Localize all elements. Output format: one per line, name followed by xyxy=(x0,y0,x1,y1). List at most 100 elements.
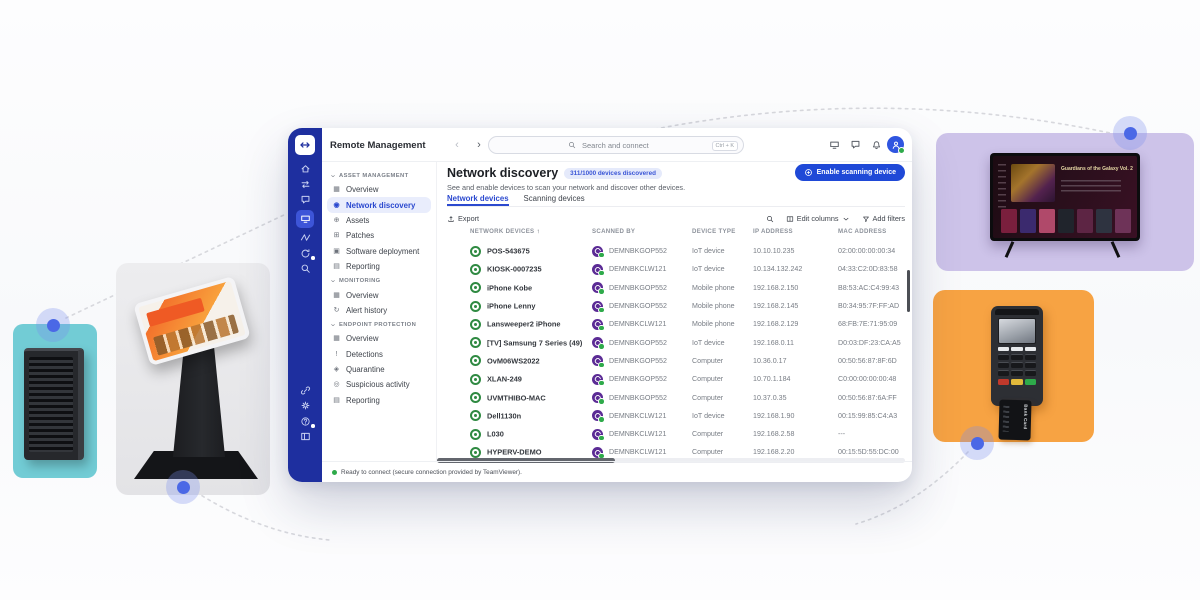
rail-connections-icon[interactable] xyxy=(297,179,314,190)
device-icon xyxy=(470,410,481,421)
sidebar-item-reporting[interactable]: ▤Reporting xyxy=(327,259,431,274)
table-header: NETWORK DEVICES↑ SCANNED BY DEVICE TYPE … xyxy=(437,228,905,240)
table-row[interactable]: OvM06WS2022 DEMNBKGOP552 Computer 10.36.… xyxy=(437,352,905,370)
suspicious-icon: ◎ xyxy=(332,381,341,388)
discovered-badge: 311/1000 devices discovered xyxy=(564,168,662,179)
tv-poster xyxy=(1011,164,1055,202)
nav-back-icon[interactable]: ‹ xyxy=(450,137,464,153)
sidebar-item-assets[interactable]: ⊕Assets xyxy=(327,213,431,228)
rail-top-group xyxy=(288,163,322,274)
rail-monitoring-icon[interactable] xyxy=(297,232,314,243)
table-row[interactable]: iPhone Kobe DEMNBKGOP552 Mobile phone 19… xyxy=(437,279,905,297)
sidebar-item-label: Quarantine xyxy=(346,365,385,374)
rail-chat-icon[interactable] xyxy=(297,194,314,205)
kiosk-panel xyxy=(116,263,270,495)
sidebar-item-overview[interactable]: ▦Overview xyxy=(327,182,431,197)
column-header-scanned-by[interactable]: SCANNED BY xyxy=(592,228,635,235)
scanner-icon xyxy=(592,429,603,440)
table-row[interactable]: Lansweeper2 iPhone DEMNBKCLW121 Mobile p… xyxy=(437,315,905,333)
app-window: Remote Management ‹ › Ctrl + K ASSET MAN… xyxy=(288,128,912,482)
enable-scanning-device-button[interactable]: Enable scanning device xyxy=(795,164,905,181)
terminal-keypad xyxy=(998,354,1036,376)
plus-icon xyxy=(804,168,813,177)
kiosk-screen xyxy=(133,276,251,366)
scanner-icon xyxy=(592,410,603,421)
sidebar-item-label: Overview xyxy=(346,291,379,300)
app-title: Remote Management xyxy=(330,128,426,162)
rail-home-icon[interactable] xyxy=(297,163,314,174)
sidebar-item-network-discovery[interactable]: ◉Network discovery xyxy=(327,197,431,212)
sidebar-item-suspicious-activity[interactable]: ◎Suspicious activity xyxy=(327,377,431,392)
scanner-icon xyxy=(592,447,603,458)
scanner-icon xyxy=(592,337,603,348)
table-row[interactable]: POS-543675 DEMNBKGOP552 IoT device 10.10… xyxy=(437,242,905,260)
rail-backup-icon[interactable] xyxy=(297,248,314,259)
notifications-icon[interactable] xyxy=(871,139,882,150)
tab-network-devices[interactable]: Network devices xyxy=(447,194,509,206)
page-title: Network discovery xyxy=(447,166,558,180)
search-icon xyxy=(766,215,774,223)
rail-link-icon[interactable] xyxy=(297,385,314,396)
add-filters-button[interactable]: Add filters xyxy=(862,214,905,223)
export-button[interactable]: Export xyxy=(447,214,479,223)
sidebar-item-label: Network discovery xyxy=(346,201,415,210)
sidebar-section-header[interactable]: ENDPOINT PROTECTION xyxy=(322,318,436,331)
sidebar-item-quarantine[interactable]: ◈Quarantine xyxy=(327,362,431,377)
table-row[interactable]: L030 DEMNBKCLW121 Computer 192.168.2.58 … xyxy=(437,425,905,443)
page: Guardians of the Galaxy Vol. 2 Bank Card xyxy=(0,0,1200,600)
deploy-icon: ▣ xyxy=(332,248,341,255)
chevron-down-icon xyxy=(842,215,850,223)
search-bar[interactable]: Ctrl + K xyxy=(488,136,744,154)
scanner-icon xyxy=(592,374,603,385)
chat-icon[interactable] xyxy=(850,139,861,150)
device-icon xyxy=(470,374,481,385)
sidebar-item-patches[interactable]: ⊞Patches xyxy=(327,228,431,243)
table-body: POS-543675 DEMNBKGOP552 IoT device 10.10… xyxy=(437,242,905,462)
column-header-mac-address[interactable]: MAC ADDRESS xyxy=(838,228,886,235)
sidebar-item-overview[interactable]: ▦Overview xyxy=(327,331,431,346)
sidebar-item-reporting[interactable]: ▤Reporting xyxy=(327,393,431,408)
search-shortcut: Ctrl + K xyxy=(712,141,739,151)
sidebar-item-software-deployment[interactable]: ▣Software deployment xyxy=(327,244,431,259)
rail-help-icon[interactable] xyxy=(297,416,314,427)
table-row[interactable]: iPhone Lenny DEMNBKGOP552 Mobile phone 1… xyxy=(437,297,905,315)
rail-panels-icon[interactable] xyxy=(297,431,314,442)
column-header-device-type[interactable]: DEVICE TYPE xyxy=(692,228,736,235)
rail-bottom-group xyxy=(288,385,322,443)
report-icon: ▤ xyxy=(332,397,341,404)
search-input[interactable] xyxy=(580,140,664,151)
sidebar-section-header[interactable]: MONITORING xyxy=(322,274,436,287)
rail-remote-management-icon[interactable] xyxy=(296,210,314,228)
edit-columns-button[interactable]: Edit columns xyxy=(786,214,850,223)
page-subtitle: See and enable devices to scan your netw… xyxy=(447,183,685,192)
tab-scanning-devices[interactable]: Scanning devices xyxy=(524,194,585,206)
sidebar-item-detections[interactable]: !Detections xyxy=(327,347,431,362)
column-header-ip-address[interactable]: IP ADDRESS xyxy=(753,228,793,235)
scanner-icon xyxy=(592,246,603,257)
device-connect-icon[interactable] xyxy=(829,139,840,150)
sidebar-item-alert-history[interactable]: ↻Alert history xyxy=(327,303,431,318)
person-icon xyxy=(891,140,901,150)
sidebar-item-label: Alert history xyxy=(346,306,387,315)
rail-settings-icon[interactable] xyxy=(297,400,314,411)
grid-icon: ▦ xyxy=(332,292,341,299)
nav-forward-icon[interactable]: › xyxy=(472,137,486,153)
table-row[interactable]: [TV] Samsung 7 Series (49) DEMNBKGOP552 … xyxy=(437,333,905,351)
scanner-icon xyxy=(592,264,603,275)
avatar[interactable] xyxy=(887,136,904,153)
table-row[interactable]: XLAN-249 DEMNBKGOP552 Computer 10.70.1.1… xyxy=(437,370,905,388)
sidebar-item-label: Detections xyxy=(346,350,383,359)
table-row[interactable]: KIOSK-0007235 DEMNBKCLW121 IoT device 10… xyxy=(437,260,905,278)
sort-ascending-icon[interactable]: ↑ xyxy=(536,228,540,235)
sidebar-section-header[interactable]: ASSET MANAGEMENT xyxy=(322,169,436,182)
table-search-button[interactable] xyxy=(766,215,774,223)
connector-dot xyxy=(166,470,200,504)
table-row[interactable]: UVMTHIBO-MAC DEMNBKGOP552 Computer 10.37… xyxy=(437,388,905,406)
table-row[interactable]: Dell1130n DEMNBKCLW121 IoT device 192.16… xyxy=(437,407,905,425)
filter-icon xyxy=(862,215,870,223)
teamviewer-logo-icon[interactable] xyxy=(295,135,315,155)
sidebar-item-overview[interactable]: ▦ Overview xyxy=(327,287,431,302)
vertical-scrollbar[interactable] xyxy=(907,270,911,312)
column-header-network-devices[interactable]: NETWORK DEVICES↑ xyxy=(470,228,534,235)
rail-session-history-icon[interactable] xyxy=(297,263,314,274)
